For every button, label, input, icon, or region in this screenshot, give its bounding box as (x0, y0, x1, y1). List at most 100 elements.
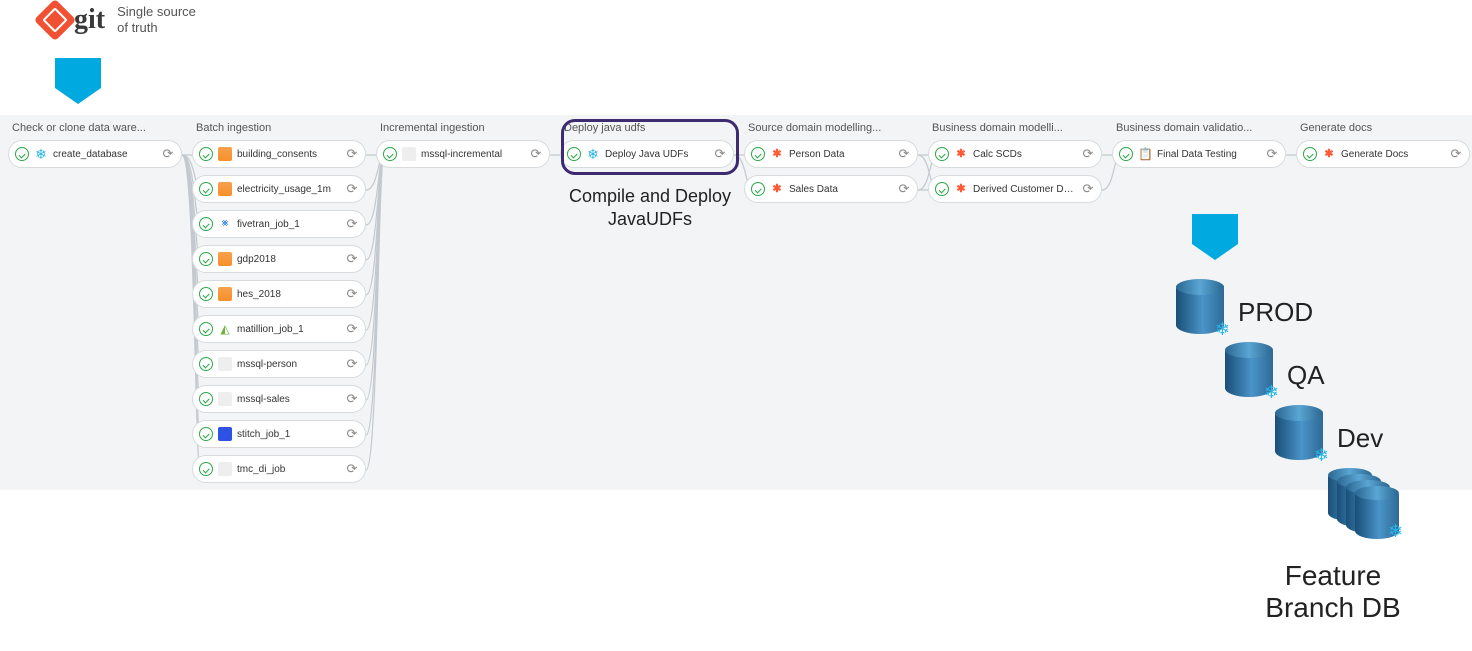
stage-title: Generate docs (1296, 122, 1470, 134)
db-qa: ❄ (1225, 343, 1273, 397)
db-feature-label: Feature Branch DB (1228, 560, 1438, 624)
stage-title: Check or clone data ware... (8, 122, 182, 134)
refresh-icon[interactable]: ⟳ (345, 357, 359, 371)
refresh-icon[interactable]: ⟳ (1081, 147, 1095, 161)
refresh-icon[interactable]: ⟳ (529, 147, 543, 161)
refresh-icon[interactable]: ⟳ (161, 147, 175, 161)
status-success-icon (1119, 147, 1133, 161)
db-prod: ❄ (1176, 280, 1224, 334)
pipeline-task[interactable]: ◭matillion_job_1⟳ (192, 315, 366, 343)
pipeline-task[interactable]: ⨳ fivetran_job_1 ⟳ (192, 210, 366, 238)
snowflake-icon: ❄ (1314, 445, 1329, 466)
dbt-icon: ✱ (770, 182, 784, 196)
git-caption: Single source of truth (117, 4, 196, 35)
arrow-down-icon (1192, 214, 1238, 244)
pipeline-task[interactable]: stitch_job_1 ⟳ (192, 420, 366, 448)
aws-icon (218, 147, 232, 161)
refresh-icon[interactable]: ⟳ (345, 252, 359, 266)
git-wordmark: git (74, 4, 105, 36)
refresh-icon[interactable]: ⟳ (1265, 147, 1279, 161)
task-label: gdp2018 (237, 254, 340, 265)
stitch-icon (218, 427, 232, 441)
task-label: Sales Data (789, 184, 892, 195)
pipeline-task[interactable]: ✱Person Data⟳ (744, 140, 918, 168)
dbt-icon: ✱ (954, 147, 968, 161)
refresh-icon[interactable]: ⟳ (713, 147, 727, 161)
snowflake-icon: ❄ (1264, 382, 1279, 403)
refresh-icon[interactable]: ⟳ (345, 322, 359, 336)
task-label: Person Data (789, 149, 892, 160)
stage-title: Source domain modelling... (744, 122, 918, 134)
refresh-icon[interactable]: ⟳ (345, 392, 359, 406)
stage-title: Business domain validatio... (1112, 122, 1286, 134)
refresh-icon[interactable]: ⟳ (345, 217, 359, 231)
db-dev-label: Dev (1337, 423, 1383, 454)
pipeline-stage: Deploy java udfs❄Deploy Java UDFs⟳ (560, 122, 734, 490)
refresh-icon[interactable]: ⟳ (345, 287, 359, 301)
aws-icon (218, 287, 232, 301)
aws-icon (218, 252, 232, 266)
pipeline-task[interactable]: hes_2018⟳ (192, 280, 366, 308)
mssql-icon (218, 357, 232, 371)
task-label: Calc SCDs (973, 149, 1076, 160)
pipeline-task[interactable]: electricity_usage_1m⟳ (192, 175, 366, 203)
task-label: mssql-incremental (421, 149, 524, 160)
pipeline-task[interactable]: 📋Final Data Testing⟳ (1112, 140, 1286, 168)
pipeline-task[interactable]: tmc_di_job ⟳ (192, 455, 366, 483)
status-success-icon (1303, 147, 1317, 161)
highlight-caption: Compile and Deploy JavaUDFs (562, 185, 738, 230)
pipeline-task[interactable]: ✱Generate Docs⟳ (1296, 140, 1470, 168)
task-label: mssql-sales (237, 394, 340, 405)
status-success-icon (199, 182, 213, 196)
task-label: Deploy Java UDFs (605, 149, 708, 160)
refresh-icon[interactable]: ⟳ (1449, 147, 1463, 161)
fivetran-icon: ⨳ (218, 217, 232, 231)
refresh-icon[interactable]: ⟳ (345, 182, 359, 196)
pipeline-stage: Business domain modelli... ✱ Calc SCDs ⟳ ✱ De… (928, 122, 1102, 490)
git-header: git Single source of truth (40, 4, 196, 36)
pipeline-task[interactable]: gdp2018 ⟳ (192, 245, 366, 273)
pipeline-task[interactable]: mssql-person ⟳ (192, 350, 366, 378)
status-success-icon (383, 147, 397, 161)
dbt-icon: ✱ (1322, 147, 1336, 161)
stage-title: Incremental ingestion (376, 122, 550, 134)
status-success-icon (935, 147, 949, 161)
status-success-icon (199, 357, 213, 371)
task-label: fivetran_job_1 (237, 219, 340, 230)
refresh-icon[interactable]: ⟳ (345, 427, 359, 441)
pipeline-task[interactable]: ✱ Sales Data ⟳ (744, 175, 918, 203)
stage-title: Business domain modelli... (928, 122, 1102, 134)
db-prod-label: PROD (1238, 297, 1313, 328)
pipeline-task[interactable]: ✱ Calc SCDs ⟳ (928, 140, 1102, 168)
refresh-icon[interactable]: ⟳ (345, 462, 359, 476)
pipeline-task[interactable]: ❄create_database⟳ (8, 140, 182, 168)
status-success-icon (15, 147, 29, 161)
status-success-icon (199, 427, 213, 441)
status-success-icon (199, 252, 213, 266)
status-success-icon (199, 462, 213, 476)
pipeline-task[interactable]: building_consents⟳ (192, 140, 366, 168)
pipeline-task[interactable]: ❄Deploy Java UDFs⟳ (560, 140, 734, 168)
git-logo: git (40, 4, 105, 36)
status-success-icon (199, 392, 213, 406)
pipeline-task[interactable]: mssql-incremental ⟳ (376, 140, 550, 168)
task-label: tmc_di_job (237, 464, 340, 475)
pipeline-task[interactable]: ✱ Derived Customer Data ⟳ (928, 175, 1102, 203)
snowflake-icon: ❄ (34, 147, 48, 161)
task-label: mssql-person (237, 359, 340, 370)
refresh-icon[interactable]: ⟳ (897, 182, 911, 196)
task-label: stitch_job_1 (237, 429, 340, 440)
refresh-icon[interactable]: ⟳ (1081, 182, 1095, 196)
refresh-icon[interactable]: ⟳ (345, 147, 359, 161)
aws-icon (218, 182, 232, 196)
status-success-icon (199, 147, 213, 161)
mssql-icon (402, 147, 416, 161)
pipeline-stage: Incremental ingestion mssql-incremental ⟳ (376, 122, 550, 490)
pipeline-task[interactable]: mssql-sales ⟳ (192, 385, 366, 413)
dbt-icon: ✱ (954, 182, 968, 196)
snowflake-icon: ❄ (1215, 319, 1230, 340)
snowflake-icon: ❄ (1388, 521, 1412, 543)
refresh-icon[interactable]: ⟳ (897, 147, 911, 161)
talend-icon (218, 462, 232, 476)
task-label: Derived Customer Data (973, 184, 1076, 195)
